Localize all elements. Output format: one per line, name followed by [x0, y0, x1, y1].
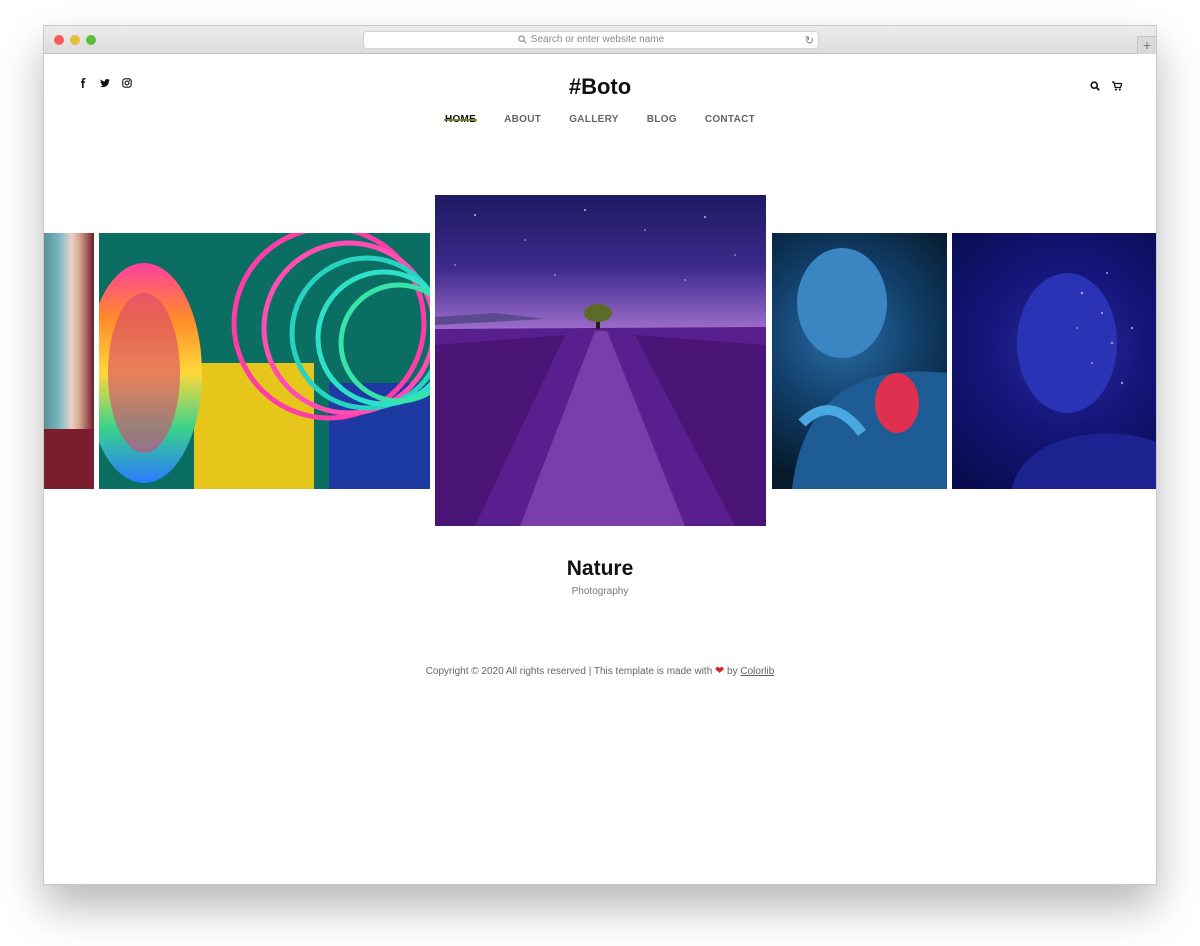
header-tools — [1090, 78, 1123, 96]
footer-by-text: by — [724, 666, 741, 677]
site-logo[interactable]: #Boto — [44, 74, 1156, 100]
glitter-woman-art — [1012, 272, 1156, 489]
slide-sleeve-shape — [44, 429, 94, 489]
slide-title: Nature — [566, 557, 634, 580]
minimize-window-button[interactable] — [70, 35, 80, 45]
slide-subtitle: Photography — [571, 586, 629, 597]
address-bar-placeholder: Search or enter website name — [530, 34, 665, 45]
slide-glitter-woman[interactable] — [952, 233, 1156, 489]
nav-item-contact[interactable]: CONTACT — [705, 114, 755, 125]
new-tab-button[interactable]: + — [1137, 36, 1156, 54]
slide-blue-hair-partial[interactable] — [44, 233, 94, 489]
nav-item-gallery[interactable]: GALLERY — [569, 114, 619, 125]
nav-item-home[interactable]: HOME — [443, 114, 478, 125]
neon-man-art — [792, 248, 947, 489]
reload-icon[interactable]: ↻ — [805, 33, 814, 49]
slide-rainbow-coil[interactable] — [99, 233, 430, 489]
slide-neon-man[interactable] — [772, 233, 947, 489]
search-icon — [518, 35, 527, 44]
search-icon[interactable] — [1090, 78, 1100, 96]
lavender-field-art — [435, 209, 766, 526]
address-bar[interactable]: Search or enter website name ↻ — [363, 31, 819, 49]
close-window-button[interactable] — [54, 35, 64, 45]
rainbow-coil-art — [99, 233, 430, 489]
cart-icon[interactable] — [1112, 78, 1123, 96]
heart-icon: ❤ — [715, 665, 725, 677]
browser-titlebar: Search or enter website name ↻ + — [44, 26, 1156, 54]
main-nav: HOME ABOUT GALLERY BLOG CONTACT — [44, 114, 1156, 125]
zoom-window-button[interactable] — [86, 35, 96, 45]
nav-item-about[interactable]: ABOUT — [504, 114, 541, 125]
browser-window: Search or enter website name ↻ + #Boto H… — [43, 25, 1157, 885]
slide-lavender-field-active[interactable] — [435, 195, 766, 526]
colorlib-link[interactable]: Colorlib — [740, 666, 774, 677]
footer-copyright: Copyright © 2020 All rights reserved | T… — [44, 664, 1156, 677]
footer-text: Copyright © 2020 All rights reserved | T… — [425, 666, 716, 677]
nav-item-blog[interactable]: BLOG — [647, 114, 677, 125]
